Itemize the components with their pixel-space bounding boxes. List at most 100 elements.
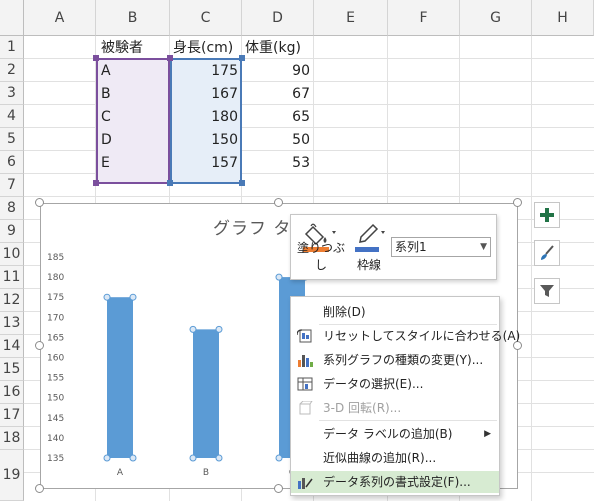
menu-item-label: 削除(D): [323, 305, 366, 319]
outline-button[interactable]: 枠線: [349, 219, 389, 277]
header-cell-height[interactable]: 身長(cm): [170, 37, 242, 59]
column-header[interactable]: D: [242, 0, 314, 36]
x-tick-label: B: [203, 468, 209, 478]
data-cell[interactable]: 180: [170, 106, 242, 128]
y-tick-label: 155: [47, 374, 64, 384]
menu-item-add-trendline[interactable]: 近似曲線の追加(R)...: [291, 447, 499, 469]
data-cell[interactable]: 67: [242, 83, 314, 105]
range-handle[interactable]: [93, 180, 99, 186]
chart-resize-handle[interactable]: [513, 198, 522, 207]
chart-resize-handle[interactable]: [35, 198, 44, 207]
rotate-3d-icon: [299, 401, 313, 415]
bar-selection-handle[interactable]: [103, 454, 111, 462]
row-header[interactable]: 4: [0, 105, 24, 128]
menu-item-label: 近似曲線の追加(R)...: [323, 451, 437, 465]
row-header[interactable]: 9: [0, 220, 24, 243]
row-header[interactable]: 8: [0, 197, 24, 220]
column-header[interactable]: B: [96, 0, 170, 36]
data-cell[interactable]: 157: [170, 152, 242, 174]
data-cell[interactable]: 167: [170, 83, 242, 105]
data-cell[interactable]: E: [98, 152, 170, 174]
row-header[interactable]: 14: [0, 335, 24, 358]
row-header[interactable]: 17: [0, 404, 24, 427]
row-header[interactable]: 19: [0, 450, 24, 501]
chart-elements-button[interactable]: [534, 202, 560, 228]
row-header[interactable]: 13: [0, 312, 24, 335]
bar-selection-handle[interactable]: [189, 325, 197, 333]
bar-selection-handle[interactable]: [189, 454, 197, 462]
row-header[interactable]: 3: [0, 82, 24, 105]
row-header[interactable]: 5: [0, 128, 24, 151]
column-header[interactable]: C: [170, 0, 242, 36]
bar-selection-handle[interactable]: [129, 454, 137, 462]
row-header[interactable]: 12: [0, 289, 24, 312]
row-header[interactable]: 7: [0, 174, 24, 197]
data-cell[interactable]: 65: [242, 106, 314, 128]
column-header[interactable]: H: [532, 0, 594, 36]
chart-resize-handle[interactable]: [35, 484, 44, 493]
column-header[interactable]: E: [314, 0, 388, 36]
bar-A[interactable]: [107, 297, 133, 458]
bar-selection-handle[interactable]: [275, 273, 283, 281]
menu-item-format-data-series[interactable]: データ系列の書式設定(F)...: [291, 471, 499, 493]
column-header[interactable]: F: [388, 0, 460, 36]
chart-resize-handle[interactable]: [274, 484, 283, 493]
row-header[interactable]: 16: [0, 381, 24, 404]
menu-item-label: リセットしてスタイルに合わせる(A): [323, 329, 521, 343]
menu-item-change-chart-type[interactable]: 系列グラフの種類の変更(Y)...: [291, 349, 499, 371]
row-header[interactable]: 15: [0, 358, 24, 381]
range-handle[interactable]: [239, 180, 245, 186]
data-cell[interactable]: D: [98, 129, 170, 151]
menu-item-select-data[interactable]: データの選択(E)...: [291, 373, 499, 395]
menu-separator: [319, 420, 497, 421]
row-header[interactable]: 10: [0, 243, 24, 266]
chart-styles-button[interactable]: [534, 240, 560, 266]
range-handle[interactable]: [167, 180, 173, 186]
menu-item-delete[interactable]: 削除(D): [291, 301, 499, 323]
row-header[interactable]: 11: [0, 266, 24, 289]
y-tick-label: 175: [47, 293, 64, 303]
chart-resize-handle[interactable]: [274, 198, 283, 207]
menu-item-reset-style[interactable]: リセットしてスタイルに合わせる(A): [291, 325, 520, 347]
y-tick-label: 170: [47, 313, 64, 323]
brush-icon: [541, 245, 554, 260]
fill-button[interactable]: 塗りつぶし: [295, 219, 347, 277]
menu-item-label: 3-D 回転(R)...: [323, 401, 402, 415]
header-cell-weight[interactable]: 体重(kg): [242, 37, 314, 59]
bar-selection-handle[interactable]: [215, 454, 223, 462]
header-cell-subject[interactable]: 被験者: [98, 37, 170, 59]
menu-item-3d-rotation: 3-D 回転(R)...: [291, 397, 499, 419]
data-cell[interactable]: 175: [170, 60, 242, 82]
row-header[interactable]: 6: [0, 151, 24, 174]
column-header[interactable]: G: [460, 0, 532, 36]
menu-item-add-data-labels[interactable]: データ ラベルの追加(B) ▶: [291, 423, 499, 445]
bar-selection-handle[interactable]: [103, 293, 111, 301]
data-cell[interactable]: 50: [242, 129, 314, 151]
chart-resize-handle[interactable]: [35, 341, 44, 350]
context-menu: 削除(D) リセットしてスタイルに合わせる(A) 系列グラフの種類の変更(Y).…: [290, 296, 520, 496]
series-dropdown[interactable]: 系列1 ▼: [391, 237, 491, 257]
data-cell[interactable]: B: [98, 83, 170, 105]
bar-B[interactable]: [193, 329, 219, 458]
data-cell[interactable]: C: [98, 106, 170, 128]
submenu-arrow-icon: ▶: [484, 429, 491, 439]
data-cell[interactable]: 90: [242, 60, 314, 82]
reset-style-icon: [297, 329, 312, 343]
bar-selection-handle[interactable]: [215, 325, 223, 333]
y-tick-label: 135: [47, 454, 64, 464]
select-data-icon: [297, 377, 313, 391]
data-cell[interactable]: 53: [242, 152, 314, 174]
chevron-down-icon: ▼: [480, 242, 487, 252]
outline-label: 枠線: [356, 258, 381, 272]
chart-filter-button[interactable]: [534, 278, 560, 304]
bar-selection-handle[interactable]: [129, 293, 137, 301]
filter-icon: [540, 285, 554, 297]
data-cell[interactable]: A: [98, 60, 170, 82]
bar-selection-handle[interactable]: [275, 454, 283, 462]
row-header[interactable]: 2: [0, 59, 24, 82]
row-header[interactable]: 1: [0, 36, 24, 59]
data-cell[interactable]: 150: [170, 129, 242, 151]
row-header[interactable]: 18: [0, 427, 24, 450]
column-header[interactable]: A: [24, 0, 96, 36]
select-all-corner[interactable]: [0, 0, 24, 36]
